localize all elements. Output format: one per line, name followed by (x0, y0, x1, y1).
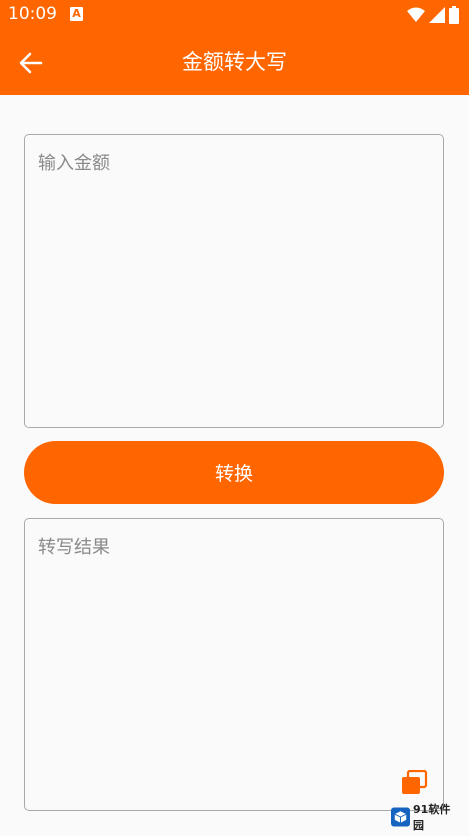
wifi-icon (407, 7, 425, 22)
status-time: 10:09 (8, 4, 57, 24)
back-button[interactable] (10, 42, 52, 84)
amount-input-box (24, 134, 444, 428)
signal-icon (429, 7, 445, 23)
watermark-logo: 91软件园 (391, 803, 459, 832)
result-placeholder: 转写结果 (38, 537, 110, 558)
copy-icon (402, 769, 428, 794)
status-icons (407, 6, 459, 24)
page-title: 金额转大写 (182, 50, 287, 74)
copy-button[interactable] (400, 769, 428, 796)
battery-icon (449, 6, 459, 24)
cube-logo-icon (391, 807, 411, 827)
status-bar: 10:09 A (0, 0, 469, 30)
app-bar: 金额转大写 (0, 30, 469, 95)
convert-button[interactable]: 转换 (24, 441, 444, 504)
notification-icon: A (70, 7, 83, 21)
amount-input[interactable] (25, 135, 443, 427)
result-box[interactable]: 转写结果 (24, 518, 444, 811)
arrow-left-icon (19, 52, 43, 74)
watermark-text: 91软件园 (413, 803, 451, 832)
